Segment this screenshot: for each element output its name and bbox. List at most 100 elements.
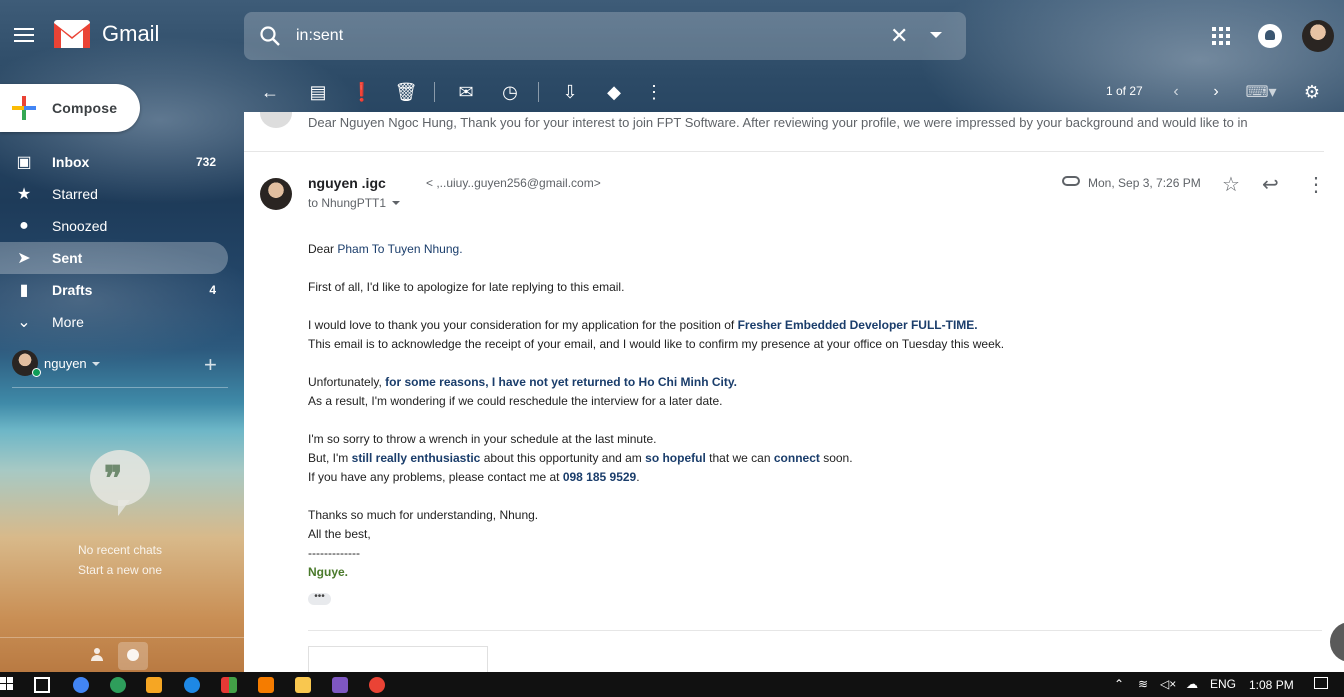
body-text: But, I'm: [308, 451, 352, 465]
chrome-icon-2[interactable]: [369, 677, 385, 693]
visual-studio-icon[interactable]: [332, 677, 348, 693]
reply-icon[interactable]: ↩: [1262, 172, 1279, 197]
report-spam-icon[interactable]: ❗: [350, 80, 374, 104]
windows-taskbar: ⌃ ≋ ◁× ☁ ENG 1:08 PM: [0, 672, 1344, 697]
sender-name[interactable]: nguyen .igc: [308, 175, 386, 191]
body-line: Thanks so much for understanding, Nhung.: [308, 508, 539, 522]
sublime-icon[interactable]: [258, 677, 274, 693]
move-to-icon[interactable]: ⇩: [558, 80, 582, 104]
star-icon: ★: [16, 186, 32, 203]
greeting-line: Dear Pham To Tuyen Nhung.: [308, 240, 1308, 259]
search-options-icon[interactable]: [930, 32, 942, 38]
label-icon[interactable]: ◆: [602, 80, 626, 104]
notifications-icon[interactable]: [1258, 24, 1282, 48]
file-explorer-icon[interactable]: [295, 677, 311, 693]
recipient-text: to NhungPTT1: [308, 196, 387, 210]
reply-box[interactable]: [308, 646, 488, 672]
sidebar-item-sent[interactable]: ➤ Sent: [0, 242, 228, 274]
no-chats-text: No recent chats: [77, 543, 163, 557]
sender-avatar[interactable]: [260, 178, 292, 210]
delete-icon[interactable]: 🗑: [394, 80, 418, 104]
account-avatar[interactable]: [1302, 20, 1334, 52]
keyboard-icon[interactable]: ⌨▾: [1244, 80, 1278, 104]
language-indicator[interactable]: ENG: [1210, 677, 1236, 691]
show-details-icon[interactable]: [392, 201, 401, 205]
compose-button[interactable]: Compose: [0, 84, 140, 132]
collapsed-message-avatar: [260, 112, 292, 128]
recipient-line: to NhungPTT1: [308, 196, 401, 210]
tray-chevron-icon[interactable]: ⌃: [1114, 677, 1124, 691]
action-center-icon[interactable]: [1314, 677, 1328, 689]
top-bar: Gmail ✕: [0, 0, 1344, 72]
newer-icon[interactable]: ‹: [1166, 80, 1186, 104]
new-conversation-icon[interactable]: +: [204, 352, 217, 378]
draft-icon: ▮: [19, 282, 29, 299]
signature-divider: -------------: [308, 546, 360, 560]
sender-email: < ,..uiuy..guyen256@gmail.com>: [426, 176, 601, 190]
edge-icon[interactable]: [184, 677, 200, 693]
message-view: Dear Nguyen Ngoc Hung, Thank you for you…: [244, 112, 1344, 672]
phone-number[interactable]: 098 185 9529: [563, 470, 636, 484]
archive-icon[interactable]: ▤: [306, 80, 330, 104]
message-more-icon[interactable]: ⋮: [1306, 172, 1326, 197]
snooze-icon[interactable]: ◷: [498, 80, 522, 104]
body-text: Unfortunately,: [308, 375, 386, 389]
hangouts-chat-icon[interactable]: [118, 642, 148, 670]
sidebar-item-more[interactable]: ⌄ More: [0, 306, 228, 338]
body-text: I would love to thank you your considera…: [308, 318, 738, 332]
wifi-icon[interactable]: ≋: [1138, 677, 1148, 691]
account-caret-icon[interactable]: [92, 362, 100, 366]
app-icon[interactable]: [110, 677, 126, 693]
settings-gear-icon[interactable]: ⚙: [1300, 80, 1324, 104]
body-line: I would love to thank you your considera…: [308, 316, 1308, 335]
search-input[interactable]: [296, 24, 856, 48]
message-date: Mon, Sep 3, 7:26 PM: [1088, 176, 1201, 190]
highlighted-text: so hopeful: [645, 451, 706, 465]
task-view-icon[interactable]: [34, 677, 50, 693]
sidebar-nav: ▣ Inbox 732 ★ Starred ● Snoozed ➤ Sent ▮…: [0, 146, 244, 338]
start-chat-link[interactable]: Start a new one: [0, 563, 240, 577]
body-line: This email is to acknowledge the receipt…: [308, 337, 1005, 351]
hangouts-account[interactable]: nguyen +: [0, 348, 244, 380]
signature-name: Nguye.: [308, 565, 349, 579]
app-grid-icon[interactable]: [221, 677, 237, 693]
contacts-icon[interactable]: [90, 648, 104, 662]
google-apps-icon[interactable]: [1212, 27, 1230, 45]
sidebar-item-snoozed[interactable]: ● Snoozed: [0, 210, 228, 242]
sidebar-item-starred[interactable]: ★ Starred: [0, 178, 228, 210]
sidebar-divider: [12, 387, 228, 388]
chrome-icon[interactable]: [73, 677, 89, 693]
sidebar-item-inbox[interactable]: ▣ Inbox 732: [0, 146, 228, 178]
body-text: about this opportunity and am: [480, 451, 646, 465]
volume-icon[interactable]: ◁×: [1160, 677, 1176, 691]
gmail-logo[interactable]: Gmail: [54, 20, 159, 48]
clear-search-icon[interactable]: ✕: [890, 24, 908, 48]
media-player-icon[interactable]: [146, 677, 162, 693]
star-icon[interactable]: ☆: [1222, 172, 1240, 197]
chevron-down-icon: ⌄: [17, 314, 31, 331]
mark-unread-icon[interactable]: ✉: [454, 80, 478, 104]
more-options-icon[interactable]: ⋮: [642, 80, 666, 104]
search-bar: ✕: [244, 12, 966, 60]
collapsed-message-snippet: Dear Nguyen Ngoc Hung, Thank you for you…: [308, 115, 1248, 130]
clock[interactable]: 1:08 PM: [1249, 678, 1294, 692]
windows-start-icon[interactable]: [0, 677, 14, 691]
body-text: If you have any problems, please contact…: [308, 470, 563, 484]
back-icon[interactable]: ←: [258, 80, 282, 104]
toolbar-divider: [538, 82, 539, 102]
body-text: that we can: [705, 451, 774, 465]
older-icon[interactable]: ›: [1206, 80, 1226, 104]
app-name: Gmail: [102, 21, 160, 46]
show-trimmed-content-button[interactable]: •••: [308, 592, 331, 605]
onedrive-icon[interactable]: ☁: [1186, 677, 1198, 691]
sidebar-item-drafts[interactable]: ▮ Drafts 4: [0, 274, 228, 306]
greeting-text: Dear: [308, 242, 338, 256]
main-menu-icon[interactable]: [12, 24, 36, 48]
highlighted-text: for some reasons, I have not yet returne…: [385, 375, 737, 389]
search-icon[interactable]: [258, 24, 282, 48]
position-title: Fresher Embedded Developer FULL-TIME.: [737, 318, 978, 332]
highlighted-text: still really enthusiastic: [351, 451, 481, 465]
sidebar-item-label: Drafts: [52, 282, 93, 298]
collapsed-message[interactable]: Dear Nguyen Ngoc Hung, Thank you for you…: [244, 112, 1324, 152]
pagination-text: 1 of 27: [1106, 84, 1143, 98]
